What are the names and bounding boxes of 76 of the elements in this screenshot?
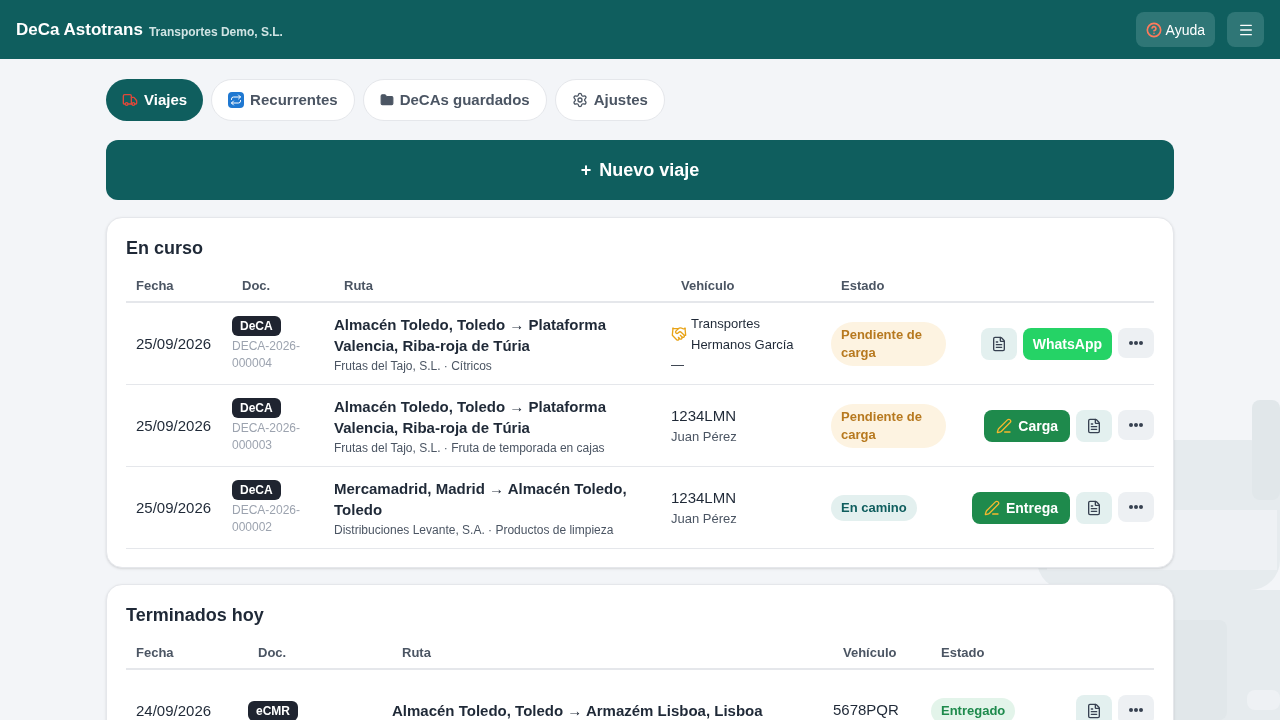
document-icon	[1086, 499, 1102, 516]
menu-button[interactable]	[1227, 12, 1264, 47]
doc-number: DECA-2026-000004	[232, 337, 302, 372]
pen-icon	[983, 499, 1000, 516]
column-header: Doc.	[257, 643, 288, 662]
doc-type-badge: DeCA	[232, 315, 281, 336]
route-detail: Frutas del Tajo, S.L. · Cítricos	[334, 357, 493, 374]
driver-name: Juan Pérez	[671, 510, 738, 528]
company-name: Transportes Demo, S.L.	[148, 23, 283, 40]
document-button[interactable]	[1076, 409, 1112, 442]
brand-name: DeCa Astotrans	[16, 18, 143, 41]
date-cell: 24/09/2026	[136, 701, 212, 719]
tab[interactable]: Viajes	[106, 79, 204, 121]
help-icon	[1145, 21, 1162, 38]
column-header: Doc.	[241, 276, 272, 295]
route-text: Almacén Toledo, Toledo → Plataforma Valencia, Riba-roja de Túria	[334, 396, 607, 438]
tab[interactable]: DeCAs guardados	[362, 79, 547, 121]
settings-icon	[571, 92, 588, 108]
vehicle-plate: 1234LMN	[671, 405, 738, 426]
column-header: Fecha	[135, 643, 175, 662]
column-header: Estado	[940, 643, 986, 662]
column-header: Ruta	[343, 276, 374, 295]
status-badge: Pendiente de carga	[831, 321, 946, 366]
date-cell: 25/09/2026	[136, 416, 212, 434]
status-badge: Entregado	[931, 697, 1016, 720]
route-detail: Frutas del Tajo, S.L. · Fruta de temporada en cajas	[334, 439, 606, 456]
help-button[interactable]: Ayuda	[1135, 12, 1215, 47]
date-cell: 25/09/2026	[136, 334, 212, 352]
more-button[interactable]	[1118, 409, 1154, 440]
document-icon	[1086, 702, 1102, 719]
document-button[interactable]	[980, 327, 1017, 360]
sign-button[interactable]: Entrega	[971, 491, 1070, 524]
handshake-icon	[671, 325, 687, 342]
doc-number: DECA-2026-000003	[232, 419, 302, 454]
more-button[interactable]	[1118, 491, 1154, 522]
column-header: Estado	[840, 276, 886, 295]
tab[interactable]: Ajustes	[554, 79, 665, 121]
repeat-icon	[228, 92, 245, 108]
route-text: Almacén Toledo, Toledo → Armazém Lisboa, Lisboa	[392, 701, 764, 720]
document-icon	[1086, 417, 1102, 434]
section-title: En curso	[126, 237, 205, 260]
doc-number: DECA-2026-000002	[232, 501, 302, 536]
driver-name: Juan Pérez	[671, 428, 738, 446]
vehicle-plate: 1234LMN	[671, 487, 738, 508]
more-icon	[1129, 422, 1143, 427]
column-header: Ruta	[401, 643, 432, 662]
doc-type-badge: DeCA	[232, 397, 281, 418]
carrier-name: Transportes Hermanos García	[691, 314, 795, 354]
route-text: Almacén Toledo, Toledo → Plataforma Valencia, Riba-roja de Túria	[334, 314, 607, 356]
document-button[interactable]	[1076, 694, 1112, 720]
route-text: Mercamadrid, Madrid → Almacén Toledo, Toledo	[334, 478, 628, 520]
status-badge: Pendiente de carga	[831, 403, 946, 448]
more-icon	[1129, 340, 1143, 345]
tab[interactable]: Recurrentes	[211, 79, 355, 121]
folder-icon	[379, 93, 394, 107]
column-header: Fecha	[135, 276, 175, 295]
doc-type-badge: eCMR	[248, 700, 298, 720]
more-button[interactable]	[1118, 694, 1154, 720]
driver-name: —	[671, 355, 685, 374]
status-badge: En camino	[831, 494, 917, 521]
sign-button[interactable]: Carga	[984, 409, 1070, 442]
date-cell: 25/09/2026	[136, 498, 212, 516]
new-trip-button[interactable]: + Nuevo viaje	[106, 140, 1174, 200]
document-button[interactable]	[1076, 491, 1112, 524]
more-button[interactable]	[1118, 327, 1154, 358]
column-header: Vehículo	[680, 276, 736, 295]
truck-icon	[122, 92, 138, 108]
more-icon	[1129, 504, 1143, 509]
more-icon	[1129, 707, 1143, 712]
vehicle-plate: 5678PQR	[833, 700, 900, 720]
column-header: Vehículo	[842, 643, 898, 662]
document-icon	[990, 335, 1007, 352]
doc-type-badge: DeCA	[232, 479, 281, 500]
route-detail: Distribuciones Levante, S.A. · Productos de limpieza	[334, 521, 615, 538]
pen-icon	[996, 417, 1013, 434]
section-title: Terminados hoy	[126, 604, 265, 627]
